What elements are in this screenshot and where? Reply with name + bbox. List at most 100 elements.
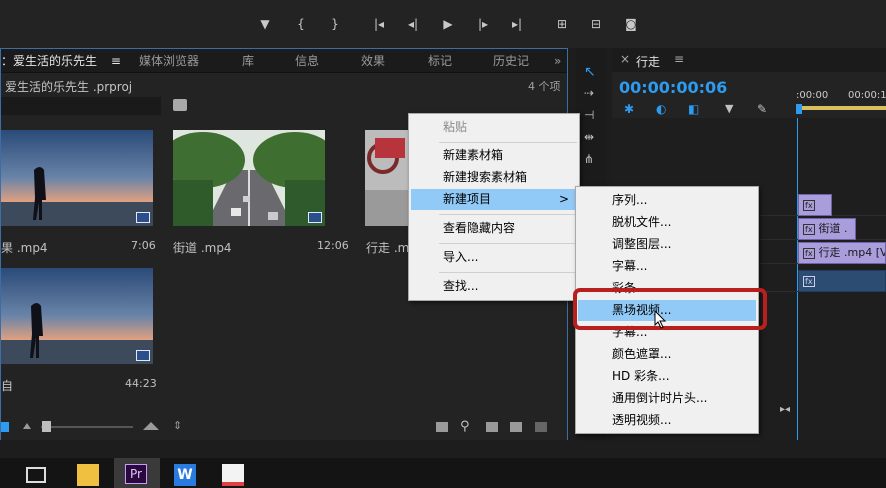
add-marker-icon[interactable]: ◧ xyxy=(688,102,702,116)
tab-libraries[interactable]: 库 xyxy=(242,49,254,73)
marker-icon[interactable]: ▼ xyxy=(725,102,739,116)
street-thumbnail-image xyxy=(173,130,325,226)
submenu-item-offline-file[interactable]: 脱机文件... xyxy=(578,212,756,233)
tab-overflow-icon[interactable]: » xyxy=(554,49,561,73)
image-app-icon[interactable] xyxy=(222,464,244,486)
menu-item-view-hidden[interactable]: 查看隐藏内容 xyxy=(411,218,577,239)
icon-view-toggle-icon[interactable] xyxy=(1,422,9,432)
time-ruler[interactable]: :00:00 00:00:15 xyxy=(796,88,886,118)
overwrite-icon[interactable]: ⊟ xyxy=(587,15,605,33)
playhead-handle[interactable] xyxy=(796,104,802,114)
clip-duration: 7:06 xyxy=(131,239,156,252)
new-item-icon[interactable] xyxy=(510,422,522,432)
menu-item-find[interactable]: 查找... xyxy=(411,276,577,297)
submenu-item-transparent-video[interactable]: 透明视频... xyxy=(578,410,756,431)
menu-item-paste[interactable]: 粘贴 xyxy=(411,117,577,138)
tab-history[interactable]: 历史记 xyxy=(493,49,529,73)
fx-badge-icon: fx xyxy=(803,248,815,259)
zoom-slider-track[interactable] xyxy=(41,426,133,428)
premiere-pro-taskbar-button[interactable]: Pr xyxy=(114,458,160,488)
tab-media-browser[interactable]: 媒体浏览器 xyxy=(139,49,199,73)
submenu-item-color-matte[interactable]: 颜色遮罩... xyxy=(578,344,756,365)
add-marker-icon[interactable]: ▼ xyxy=(256,15,274,33)
close-tab-icon[interactable]: × xyxy=(620,52,630,66)
timeline-clip[interactable]: fx 行走 .mp4 [V xyxy=(798,242,886,264)
sort-icon[interactable]: ⇕ xyxy=(173,419,182,432)
snap-icon[interactable]: ✱ xyxy=(624,102,638,116)
submenu-item-sequence[interactable]: 序列... xyxy=(578,190,756,211)
timecode[interactable]: 00:00:00:06 xyxy=(619,78,727,97)
rolling-edit-tool-icon[interactable]: ⇹ xyxy=(584,130,594,144)
clip-thumbnail[interactable] xyxy=(1,268,153,364)
search-input[interactable] xyxy=(1,97,161,115)
selection-tool-icon[interactable]: ↖ xyxy=(584,64,596,80)
zoom-out-icon[interactable] xyxy=(23,423,31,429)
menu-separator xyxy=(439,214,577,215)
mouse-cursor-icon xyxy=(654,310,667,329)
task-view-icon[interactable] xyxy=(26,467,46,483)
scroll-arrows-icon[interactable]: ▸◂ xyxy=(780,404,790,415)
trash-icon[interactable] xyxy=(535,422,547,432)
tab-effects[interactable]: 效果 xyxy=(361,49,385,73)
new-bin-icon[interactable] xyxy=(486,422,498,432)
mark-in-icon[interactable]: { xyxy=(292,15,310,33)
menu-separator xyxy=(439,272,577,273)
go-to-in-icon[interactable]: |◂ xyxy=(370,15,388,33)
clip-thumbnail[interactable] xyxy=(1,130,153,226)
work-area-bar[interactable] xyxy=(796,106,886,110)
track-select-tool-icon[interactable]: ⇢ xyxy=(584,86,594,100)
panel-menu-icon[interactable]: ≡ xyxy=(111,54,121,68)
clip-thumbnail[interactable] xyxy=(173,130,325,226)
taskbar: Pr W xyxy=(0,458,886,488)
video-badge-icon xyxy=(308,212,322,223)
export-frame-icon[interactable]: ◙ xyxy=(622,15,640,33)
ruler-label: :00:00 xyxy=(796,90,829,101)
timeline-title[interactable]: 行走 xyxy=(636,53,660,70)
menu-separator xyxy=(439,142,577,143)
premiere-pro-icon: Pr xyxy=(125,464,147,484)
sunset-thumbnail-image xyxy=(1,130,153,226)
menu-item-new-search-bin[interactable]: 新建搜索素材箱 xyxy=(411,167,577,188)
submenu-item-countdown-leader[interactable]: 通用倒计时片头... xyxy=(578,388,756,409)
sunset-thumbnail-image xyxy=(1,268,153,364)
tab-project[interactable]: ：爱生活的乐先生 ≡ xyxy=(1,49,121,73)
mark-out-icon[interactable]: } xyxy=(326,15,344,33)
tab-info[interactable]: 信息 xyxy=(295,49,319,73)
insert-icon[interactable]: ⊞ xyxy=(553,15,571,33)
ruler-label: 00:00:15 xyxy=(848,90,886,101)
fx-badge-icon: fx xyxy=(803,224,815,235)
menu-item-new-item[interactable]: 新建项目 > xyxy=(411,189,577,210)
fx-badge-icon: fx xyxy=(803,276,815,287)
find-icon[interactable]: ⚲ xyxy=(460,419,470,434)
project-path: 爱生活的乐先生 .prproj xyxy=(5,80,133,94)
menu-item-new-bin[interactable]: 新建素材箱 xyxy=(411,145,577,166)
project-bottom-toolbar: ⇕ ⚲ xyxy=(1,414,567,440)
timeline-clip[interactable]: fx xyxy=(798,194,832,216)
wrench-icon[interactable]: ✎ xyxy=(757,102,771,116)
step-back-icon[interactable]: ◂| xyxy=(404,15,422,33)
zoom-in-icon[interactable] xyxy=(143,422,159,430)
go-to-out-icon[interactable]: ▸| xyxy=(508,15,526,33)
linked-selection-icon[interactable]: ◐ xyxy=(656,102,670,116)
sequence-badge-icon xyxy=(136,350,150,361)
wps-icon[interactable]: W xyxy=(174,464,196,486)
step-forward-icon[interactable]: |▸ xyxy=(474,15,492,33)
submenu-item-hd-bars[interactable]: HD 彩条... xyxy=(578,366,756,387)
submenu-item-adjustment-layer[interactable]: 调整图层... xyxy=(578,234,756,255)
video-badge-icon xyxy=(136,212,150,223)
panel-menu-icon[interactable]: ≡ xyxy=(674,52,684,66)
menu-item-import[interactable]: 导入... xyxy=(411,247,577,268)
timeline-audio-clip[interactable]: fx xyxy=(798,270,886,292)
automate-to-sequence-icon[interactable] xyxy=(436,422,448,432)
tab-markers[interactable]: 标记 xyxy=(428,49,452,73)
find-icon[interactable] xyxy=(173,99,187,111)
play-icon[interactable]: ▶ xyxy=(439,15,457,33)
zoom-slider-handle[interactable] xyxy=(42,421,51,432)
file-explorer-icon[interactable] xyxy=(77,464,99,486)
project-tab-bar: ：爱生活的乐先生 ≡ 媒体浏览器 库 信息 效果 标记 历史记 » xyxy=(1,49,567,73)
rate-stretch-tool-icon[interactable]: ⋔ xyxy=(584,152,594,166)
clip-duration: 12:06 xyxy=(317,239,349,252)
ripple-edit-tool-icon[interactable]: ⊣ xyxy=(584,108,594,122)
submenu-item-title[interactable]: 字幕... xyxy=(578,256,756,277)
timeline-clip[interactable]: fx 街道 . xyxy=(798,218,856,240)
